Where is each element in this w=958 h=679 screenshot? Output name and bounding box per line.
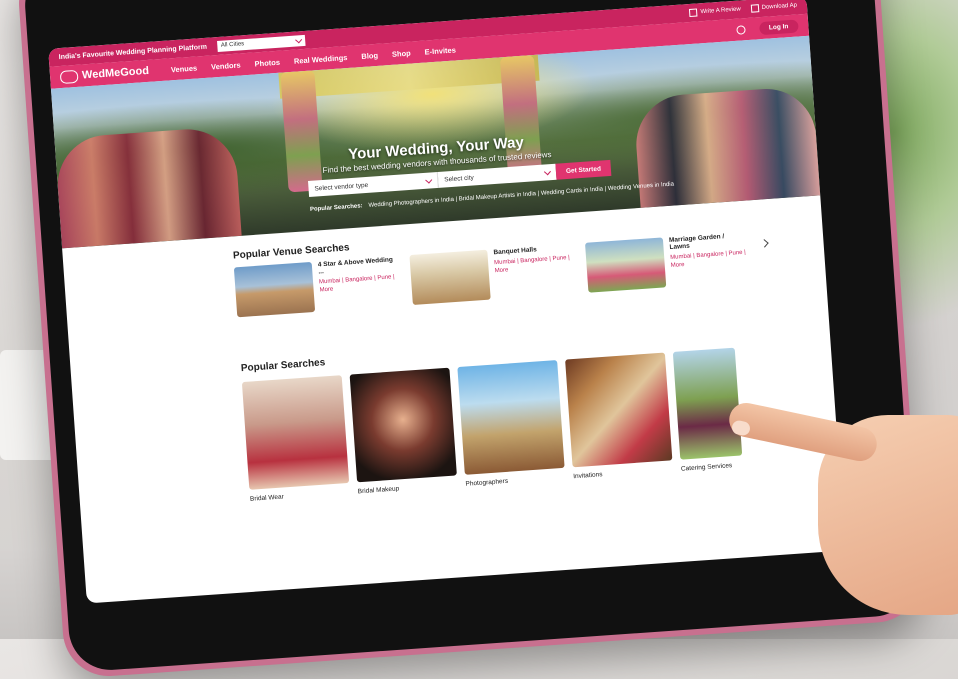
- hand-index-finger: [726, 399, 880, 465]
- bridal-wear-image: [241, 375, 350, 490]
- card-label: Invitations: [573, 471, 603, 481]
- card-label: Bridal Makeup: [357, 485, 400, 496]
- vendor-type-select[interactable]: Select vendor type: [308, 171, 439, 197]
- nav-item-shop[interactable]: Shop: [392, 48, 411, 58]
- search-card-bridal-makeup[interactable]: Bridal Makeup: [349, 367, 458, 496]
- nav-item-venues[interactable]: Venues: [171, 63, 198, 74]
- city-placeholder: Select city: [443, 173, 475, 184]
- venue-name: Marriage Garden / Lawns: [668, 233, 725, 251]
- nav-item-e-invites[interactable]: E-Invites: [424, 45, 456, 56]
- download-app-label: Download Ap: [761, 2, 798, 11]
- bridal-makeup-image: [349, 367, 457, 483]
- vendor-type-placeholder: Select vendor type: [314, 181, 369, 193]
- brand-logo[interactable]: WedMeGood: [59, 64, 150, 84]
- chevron-down-icon: [543, 167, 551, 175]
- card-label: Photographers: [465, 477, 509, 488]
- search-card-bridal-wear[interactable]: Bridal Wear: [241, 375, 350, 503]
- venue-cities[interactable]: Mumbai | Bangalore | Pune | More: [670, 249, 747, 270]
- chevron-down-icon: [425, 176, 433, 184]
- get-started-button[interactable]: Get Started: [555, 159, 612, 180]
- brand-name: WedMeGood: [81, 64, 150, 82]
- write-review-label: Write A Review: [700, 6, 741, 16]
- download-app-link[interactable]: Download Ap: [750, 2, 797, 13]
- user-hand: [726, 395, 958, 635]
- nav-item-blog[interactable]: Blog: [361, 50, 378, 60]
- venue-card[interactable]: Banquet Halls Mumbai | Bangalore | Pune …: [409, 244, 572, 306]
- tablet-screen: India's Favourite Wedding Planning Platf…: [48, 0, 846, 604]
- nav-item-real-weddings[interactable]: Real Weddings: [294, 52, 348, 65]
- login-button[interactable]: Log In: [758, 18, 799, 35]
- nav-item-vendors[interactable]: Vendors: [211, 60, 241, 71]
- search-icon[interactable]: [735, 24, 746, 35]
- search-card-invitations[interactable]: Invitations: [565, 352, 673, 481]
- invitations-image: [565, 352, 673, 468]
- venue-image: [233, 261, 316, 318]
- venue-image: [584, 237, 667, 293]
- card-label: Bridal Wear: [249, 493, 285, 503]
- write-review-link[interactable]: Write A Review: [689, 5, 741, 17]
- nav-item-photos[interactable]: Photos: [254, 57, 280, 68]
- chevron-right-icon[interactable]: [760, 239, 769, 248]
- venue-image: [409, 249, 491, 306]
- review-icon: [689, 8, 698, 17]
- phone-icon: [750, 4, 759, 13]
- venue-cities[interactable]: Mumbai | Bangalore | Pune | More: [494, 254, 571, 275]
- popular-searches-label: Popular Searches:: [309, 203, 363, 213]
- search-card-photographers[interactable]: Photographers: [457, 360, 565, 488]
- venue-card[interactable]: 4 Star & Above Wedding ... Mumbai | Bang…: [233, 256, 397, 318]
- logo-icon: [59, 69, 79, 84]
- city-select-value: All Cities: [220, 41, 245, 49]
- main-content: Popular Venue Searches 4 Star & Above We…: [63, 209, 839, 514]
- venue-name: 4 Star & Above Wedding ...: [317, 256, 394, 276]
- venue-card[interactable]: Marriage Garden / Lawns Mumbai | Bangalo…: [584, 232, 748, 293]
- city-select-hero[interactable]: Select city: [437, 163, 557, 188]
- venue-cities[interactable]: Mumbai | Bangalore | Pune | More: [319, 273, 396, 294]
- chevron-down-icon: [294, 35, 302, 43]
- photographers-image: [457, 360, 565, 475]
